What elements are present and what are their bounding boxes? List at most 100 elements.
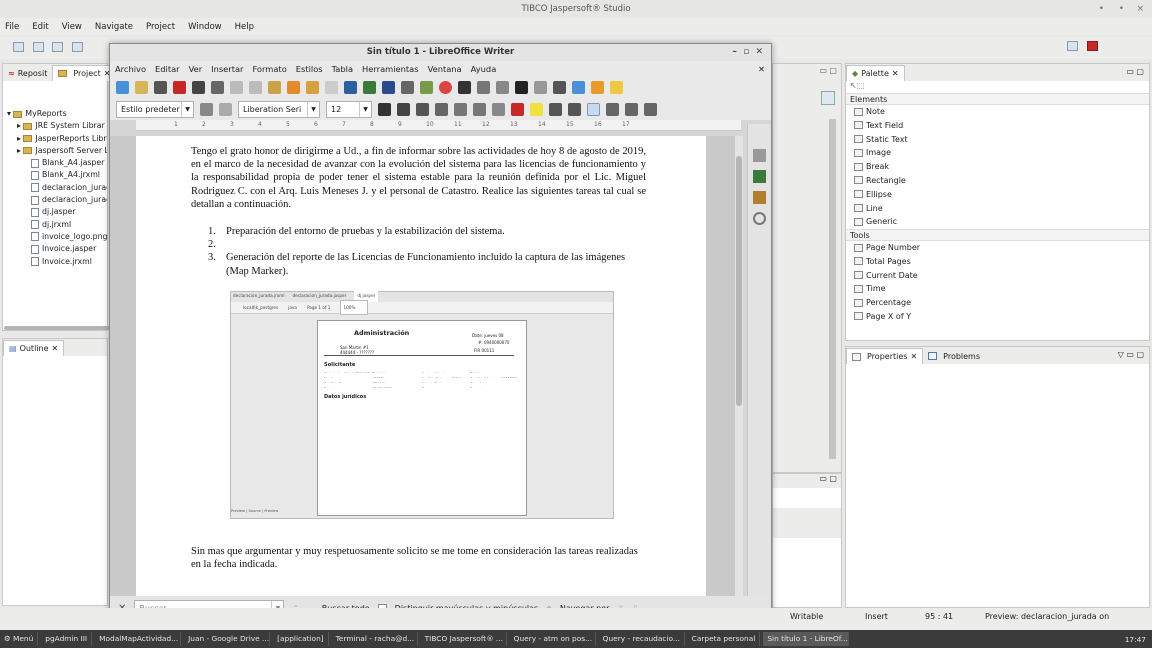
numbering-icon[interactable] bbox=[568, 102, 581, 116]
new-style-icon[interactable] bbox=[219, 102, 232, 116]
close-icon[interactable]: ✕ bbox=[52, 344, 59, 353]
embedded-screenshot[interactable]: declaracion_jurada.jrxml declaracion_jur… bbox=[230, 288, 614, 519]
palette-item[interactable]: Line bbox=[846, 202, 1149, 216]
chevron-down-icon[interactable]: ▼ bbox=[359, 101, 371, 117]
gallery-sidebar-icon[interactable] bbox=[753, 191, 766, 204]
jaspersoft-perspective-icon[interactable] bbox=[1086, 41, 1098, 51]
tree-item[interactable]: declaracion_jurada bbox=[3, 182, 107, 194]
field-icon[interactable] bbox=[496, 80, 509, 94]
writer-menu-4[interactable]: Formato bbox=[252, 64, 286, 74]
tree-item[interactable]: ▾ MyReports bbox=[3, 108, 107, 120]
new-icon[interactable] bbox=[13, 42, 24, 52]
writer-menu-2[interactable]: Ver bbox=[189, 64, 203, 74]
navigator-sidebar-icon[interactable] bbox=[753, 212, 766, 225]
taskbar-item[interactable]: Sin título 1 - LibreOf... bbox=[763, 632, 850, 646]
selection-tool-icon[interactable]: ↖⬚ bbox=[846, 81, 1149, 93]
paragraph-1[interactable]: Tengo el grato honor de dirigirme a Ud.,… bbox=[191, 145, 646, 211]
vertical-scrollbar[interactable] bbox=[829, 119, 836, 459]
sticky-note-icon[interactable] bbox=[610, 80, 623, 94]
paste-icon[interactable] bbox=[268, 80, 281, 94]
bookmark-icon[interactable] bbox=[591, 80, 604, 94]
tree-item[interactable]: dj.jasper bbox=[3, 206, 107, 218]
view-menu-icon[interactable]: ▽ ▭ ▢ bbox=[1118, 350, 1144, 359]
align-left-icon[interactable] bbox=[587, 102, 600, 116]
insert-image-icon[interactable] bbox=[420, 80, 433, 94]
footnote-icon[interactable] bbox=[553, 80, 566, 94]
taskbar-item[interactable]: Juan - Google Drive ... bbox=[184, 632, 271, 646]
tab-outline[interactable]: ▤ Outline ✕ bbox=[3, 340, 65, 356]
tab-properties[interactable]: Properties ✕ bbox=[846, 348, 924, 364]
writer-menu-6[interactable]: Tabla bbox=[332, 64, 353, 74]
page-break-icon[interactable] bbox=[477, 80, 490, 94]
print-preview-icon[interactable] bbox=[211, 80, 224, 94]
list-item[interactable]: 1. Preparación del entorno de pruebas y l… bbox=[208, 225, 648, 238]
minimize-maximize-icon[interactable]: ▭ ▢ bbox=[819, 66, 837, 75]
menu-view[interactable]: View bbox=[62, 22, 82, 32]
writer-window-controls[interactable]: – ▫ ✕ bbox=[732, 44, 763, 61]
save-icon[interactable] bbox=[32, 42, 44, 52]
text-box-icon[interactable] bbox=[458, 80, 471, 94]
close-button[interactable]: × bbox=[1136, 0, 1144, 18]
document-page[interactable]: Tengo el grato honor de dirigirme a Ud.,… bbox=[136, 136, 706, 596]
palette-item[interactable]: Image bbox=[846, 146, 1149, 160]
tree-item[interactable]: dj.jrxml bbox=[3, 219, 107, 231]
tab-project[interactable]: Project ✕ bbox=[52, 65, 117, 81]
tree-item[interactable]: declaracion_jurada bbox=[3, 194, 107, 206]
hyperlink-icon[interactable] bbox=[534, 80, 547, 94]
taskbar-item[interactable]: Terminal - racha@d... bbox=[332, 632, 418, 646]
close-document-icon[interactable]: ✕ bbox=[758, 64, 765, 74]
layout-icon[interactable] bbox=[821, 91, 835, 105]
tree-item[interactable]: invoice_logo.png bbox=[3, 231, 107, 243]
taskbar-item[interactable]: Carpeta personal bbox=[688, 632, 761, 646]
menu-window[interactable]: Window bbox=[188, 22, 222, 32]
horizontal-scrollbar[interactable] bbox=[4, 326, 110, 330]
strikethrough-icon[interactable] bbox=[435, 102, 448, 116]
writer-menu-8[interactable]: Ventana bbox=[428, 64, 462, 74]
horizontal-ruler[interactable]: 1 2 3 4 5 6 7 8 9 10 11 12 13 14 15 16 17 bbox=[136, 120, 741, 131]
bullets-icon[interactable] bbox=[549, 102, 562, 116]
highlight-icon[interactable] bbox=[530, 102, 543, 116]
writer-menu-1[interactable]: Editar bbox=[155, 64, 180, 74]
new-document-icon[interactable] bbox=[116, 80, 129, 94]
clone-format-icon[interactable] bbox=[287, 80, 300, 94]
palette-item[interactable]: Ellipse bbox=[846, 188, 1149, 202]
menu-edit[interactable]: Edit bbox=[32, 22, 48, 32]
tree-item[interactable]: ▸ JasperReports Libr bbox=[3, 133, 107, 145]
tab-repository[interactable]: ≈ Reposit bbox=[3, 65, 52, 81]
palette-item[interactable]: Generic bbox=[846, 215, 1149, 229]
palette-item[interactable]: Page Number bbox=[846, 241, 1149, 255]
export-pdf-icon[interactable] bbox=[173, 80, 186, 94]
copy-icon[interactable] bbox=[249, 80, 262, 94]
find-replace-icon[interactable] bbox=[344, 80, 357, 94]
tab-palette[interactable]: ◆ Palette ✕ bbox=[846, 65, 905, 81]
undo-icon[interactable] bbox=[306, 80, 319, 94]
list-item[interactable]: 3. Generación del reporte de las Licencia… bbox=[208, 251, 648, 277]
taskbar-item[interactable]: Query - recaudacio... bbox=[599, 632, 685, 646]
palette-item[interactable]: Static Text bbox=[846, 133, 1149, 147]
chevron-down-icon[interactable]: ▼ bbox=[307, 101, 319, 117]
vertical-scrollbar[interactable] bbox=[735, 136, 743, 596]
palette-item[interactable]: Page X of Y bbox=[846, 310, 1149, 324]
cut-icon[interactable] bbox=[230, 80, 243, 94]
palette-item[interactable]: Total Pages bbox=[846, 255, 1149, 269]
taskbar-item[interactable]: Query - atm on pos... bbox=[510, 632, 596, 646]
minimize-maximize-icon[interactable]: ▭ ▢ bbox=[773, 474, 841, 488]
print-icon[interactable] bbox=[192, 80, 205, 94]
maximize-button[interactable]: • bbox=[1119, 0, 1124, 18]
print-icon[interactable] bbox=[71, 42, 83, 52]
font-color-icon[interactable] bbox=[511, 102, 524, 116]
writer-menu-0[interactable]: Archivo bbox=[115, 64, 146, 74]
redo-icon[interactable] bbox=[325, 80, 338, 94]
subscript-icon[interactable] bbox=[473, 102, 486, 116]
open-icon[interactable] bbox=[135, 80, 148, 94]
taskbar-item[interactable]: ModalMapActividad... bbox=[95, 632, 182, 646]
tree-item[interactable]: ▸ JRE System Librar bbox=[3, 120, 107, 132]
clear-formatting-icon[interactable] bbox=[492, 102, 505, 116]
chevron-down-icon[interactable]: ▼ bbox=[181, 101, 193, 117]
perspective-icon[interactable] bbox=[1067, 41, 1078, 51]
menu-file[interactable]: File bbox=[5, 22, 19, 32]
tab-problems[interactable]: Problems bbox=[923, 348, 985, 364]
palette-item[interactable]: Note bbox=[846, 105, 1149, 119]
superscript-icon[interactable] bbox=[454, 102, 467, 116]
palette-item[interactable]: Text Field bbox=[846, 119, 1149, 133]
